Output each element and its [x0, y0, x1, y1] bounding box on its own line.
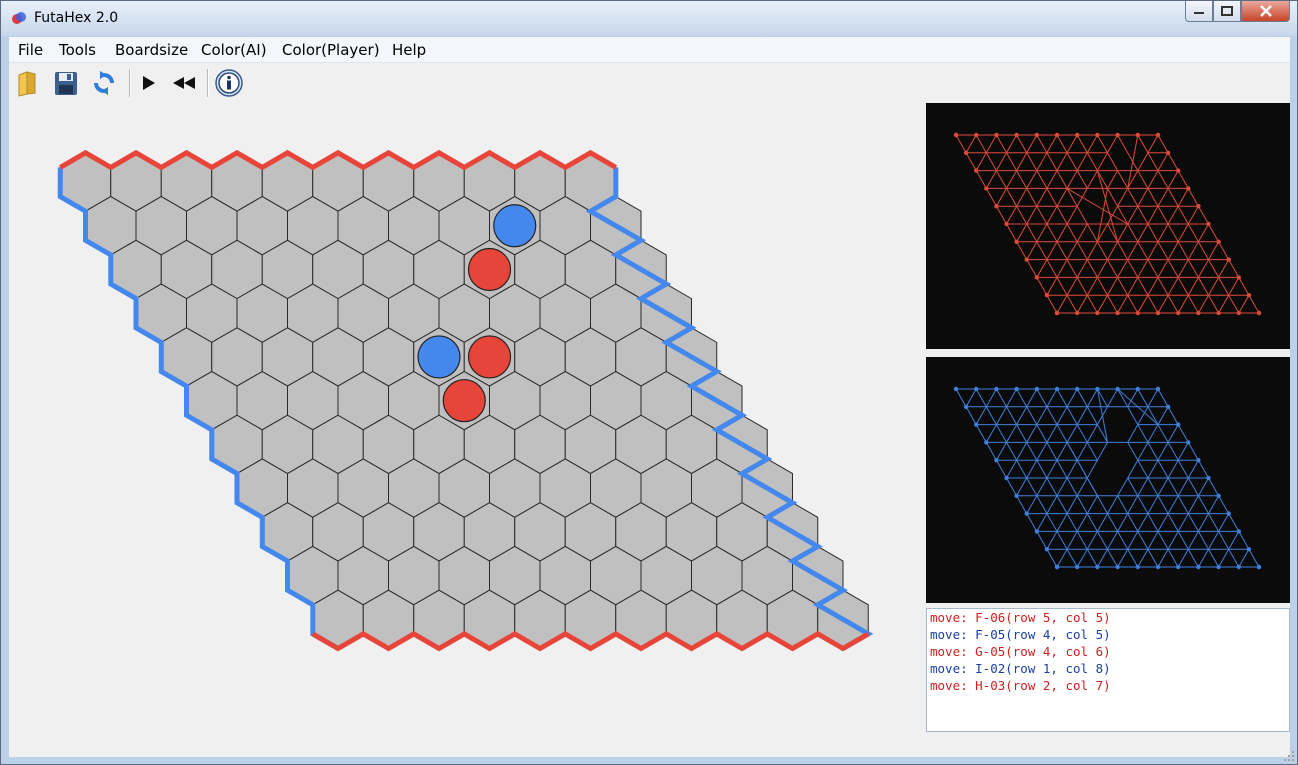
resize-grip-icon[interactable] [1283, 750, 1295, 762]
maximize-icon [1221, 6, 1233, 16]
app-logo-icon [12, 12, 26, 24]
rewind-button[interactable] [169, 67, 199, 99]
close-button[interactable] [1241, 1, 1290, 22]
save-button[interactable] [51, 67, 81, 99]
toolbar [9, 63, 1290, 103]
menu-help[interactable]: Help [392, 41, 426, 59]
refresh-icon [94, 71, 114, 95]
blue-stone [493, 204, 537, 248]
minimize-button[interactable] [1185, 1, 1213, 22]
red-connection-graph [926, 103, 1290, 349]
menu-boardsize[interactable]: Boardsize [115, 41, 188, 59]
menu-color-ai[interactable]: Color(AI) [201, 41, 267, 59]
minimize-icon [1194, 12, 1204, 14]
log-entry: move: H-03(row 2, col 7) [930, 678, 1111, 693]
play-button[interactable] [133, 67, 163, 99]
red-stone [467, 335, 512, 379]
hex-board[interactable] [41, 141, 921, 701]
app-window: FutaHex 2.0 File Tools Boardsize Color(A… [0, 0, 1298, 765]
open-button[interactable] [13, 67, 43, 99]
title-bar: FutaHex 2.0 [1, 1, 1297, 36]
log-entry: move: G-05(row 4, col 6) [930, 644, 1111, 659]
close-icon [1259, 5, 1272, 17]
maximize-button[interactable] [1213, 1, 1241, 22]
move-log: move: F-06(row 5, col 5) move: F-05(row 4… [926, 608, 1290, 732]
log-entry: move: I-02(row 1, col 8) [930, 661, 1111, 676]
red-stone [467, 247, 512, 292]
menu-color-player[interactable]: Color(Player) [282, 41, 380, 59]
log-entry: move: F-05(row 4, col 5) [930, 627, 1111, 642]
open-folder-icon [18, 71, 36, 97]
blue-connection-graph [926, 357, 1290, 603]
info-button[interactable] [214, 67, 244, 99]
menu-bar: File Tools Boardsize Color(AI) Color(Pla… [9, 37, 1290, 63]
menu-tools[interactable]: Tools [59, 41, 96, 59]
blue-stone [417, 335, 461, 379]
save-icon [55, 72, 77, 95]
menu-file[interactable]: File [18, 41, 43, 59]
info-icon [215, 69, 243, 97]
rewind-icon [173, 77, 195, 89]
log-entry: move: F-06(row 5, col 5) [930, 610, 1111, 625]
window-title: FutaHex 2.0 [34, 10, 119, 26]
red-stone [442, 379, 486, 423]
refresh-button[interactable] [89, 67, 119, 99]
play-icon [143, 76, 155, 90]
